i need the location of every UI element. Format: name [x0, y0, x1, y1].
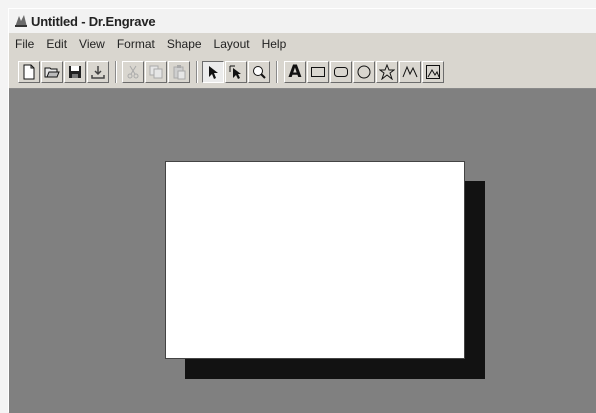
save-button[interactable]	[64, 61, 86, 83]
node-edit-icon	[229, 65, 241, 79]
rounded-rectangle-tool-button[interactable]	[330, 61, 352, 83]
paste-button[interactable]	[168, 61, 190, 83]
cut-icon	[127, 65, 139, 79]
menu-format[interactable]: Format	[111, 34, 161, 54]
rectangle-tool-button[interactable]	[307, 61, 329, 83]
new-doc-icon	[23, 64, 35, 80]
copy-button[interactable]	[145, 61, 167, 83]
rectangle-tool-icon	[311, 67, 325, 77]
ellipse-tool-button[interactable]	[353, 61, 375, 83]
copy-icon	[149, 65, 163, 79]
drawing-canvas[interactable]	[9, 89, 596, 413]
paste-icon	[173, 65, 186, 80]
freehand-tool-button[interactable]	[399, 61, 421, 83]
text-tool-button[interactable]: A	[284, 61, 306, 83]
document-page[interactable]	[165, 161, 465, 359]
rounded-rectangle-tool-icon	[334, 67, 348, 77]
menu-file[interactable]: File	[9, 34, 40, 54]
app-logo-icon	[13, 13, 29, 29]
image-tool-icon	[426, 65, 440, 79]
node-edit-tool-button[interactable]	[225, 61, 247, 83]
menu-help[interactable]: Help	[256, 34, 293, 54]
toolbar-separator	[276, 61, 278, 83]
star-tool-button[interactable]	[376, 61, 398, 83]
app-window: Untitled - Dr.Engrave File Edit View For…	[8, 8, 596, 413]
download-button[interactable]	[87, 61, 109, 83]
text-tool-icon: A	[288, 62, 302, 82]
zoom-tool-button[interactable]	[248, 61, 270, 83]
zoom-icon	[253, 66, 266, 79]
new-document-button[interactable]	[18, 61, 40, 83]
window-title: Untitled - Dr.Engrave	[31, 13, 156, 29]
cut-button[interactable]	[122, 61, 144, 83]
save-icon	[69, 66, 81, 78]
open-button[interactable]	[41, 61, 63, 83]
ellipse-tool-icon	[357, 65, 371, 79]
toolbar: A	[9, 55, 596, 89]
menu-layout[interactable]: Layout	[208, 34, 256, 54]
toolbar-separator	[196, 61, 198, 83]
title-bar: Untitled - Dr.Engrave	[9, 9, 596, 33]
menu-bar: File Edit View Format Shape Layout Help	[9, 33, 596, 55]
download-icon	[91, 66, 105, 79]
freehand-line-icon	[402, 65, 418, 78]
menu-edit[interactable]: Edit	[40, 34, 73, 54]
open-folder-icon	[44, 67, 60, 78]
image-tool-button[interactable]	[422, 61, 444, 83]
select-arrow-icon	[209, 66, 218, 79]
star-tool-icon	[379, 64, 395, 80]
select-tool-button[interactable]	[202, 61, 224, 83]
toolbar-separator	[115, 61, 117, 83]
menu-shape[interactable]: Shape	[161, 34, 208, 54]
menu-view[interactable]: View	[73, 34, 111, 54]
